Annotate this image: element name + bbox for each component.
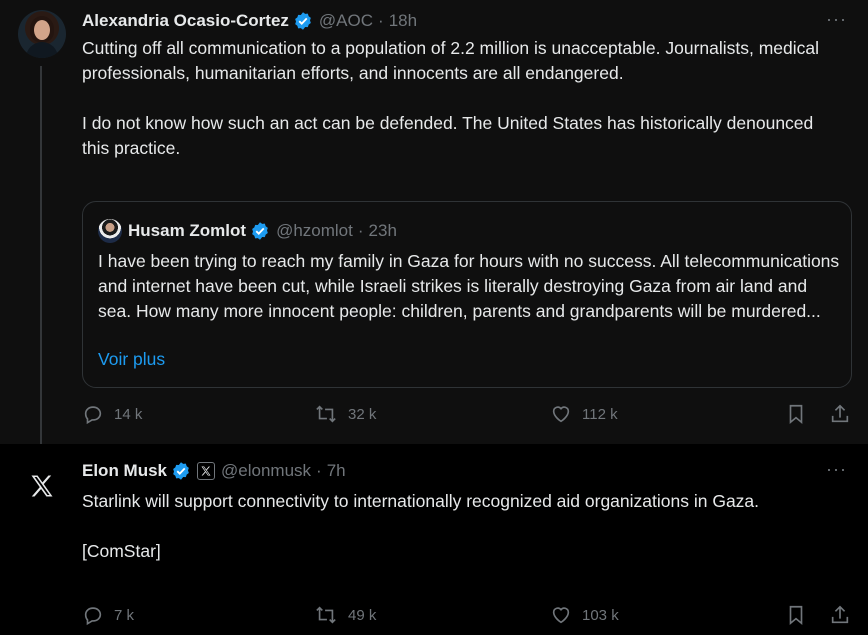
- tweet-header: Elon Musk @elonmusk · 7h: [82, 460, 346, 482]
- quoted-tweet[interactable]: Husam Zomlot @hzomlot · 23h I have been …: [82, 201, 852, 388]
- action-bar: 7 k 49 k 103 k: [82, 604, 852, 632]
- thread-line: [40, 66, 42, 454]
- share-icon[interactable]: [829, 604, 851, 631]
- reply-count: 14 k: [114, 405, 143, 423]
- reply-icon: [84, 406, 102, 425]
- reply-button[interactable]: 14 k: [82, 403, 142, 425]
- heart-icon: [552, 607, 570, 624]
- separator-dot: ·: [316, 461, 322, 480]
- repost-count: 32 k: [348, 405, 377, 423]
- like-button[interactable]: 103 k: [550, 604, 619, 626]
- show-more-link[interactable]: Voir plus: [98, 349, 165, 370]
- affiliation-x-icon[interactable]: [197, 462, 216, 480]
- verified-badge-icon: [250, 221, 270, 241]
- like-button[interactable]: 112 k: [550, 403, 618, 425]
- more-options-icon[interactable]: ···: [826, 10, 846, 33]
- author-name[interactable]: Elon Musk: [82, 461, 167, 481]
- reply-button[interactable]: 7 k: [82, 604, 134, 626]
- reply-icon: [84, 607, 102, 626]
- quote-text: I have been trying to reach my family in…: [98, 251, 840, 321]
- tweet-text: Cutting off all communication to a popul…: [82, 38, 820, 158]
- quote-avatar: [98, 219, 122, 243]
- repost-button[interactable]: 49 k: [314, 604, 376, 626]
- reply-count: 7 k: [114, 606, 135, 624]
- quote-timestamp: 23h: [368, 221, 397, 240]
- author-handle[interactable]: @elonmusk: [221, 461, 311, 481]
- repost-icon: [316, 405, 336, 423]
- x-logo-icon[interactable]: [18, 462, 66, 510]
- more-options-icon[interactable]: ···: [826, 460, 846, 483]
- quote-author-name: Husam Zomlot: [128, 221, 247, 240]
- verified-badge-icon: [293, 11, 313, 31]
- repost-count: 49 k: [348, 606, 377, 624]
- repost-icon: [316, 606, 336, 624]
- like-count: 103 k: [582, 606, 619, 624]
- action-bar: 14 k 32 k 112 k: [82, 403, 852, 431]
- tweet-text: Starlink will support connectivity to in…: [82, 491, 760, 561]
- avatar[interactable]: [18, 10, 66, 58]
- tweet-header: Alexandria Ocasio-Cortez @AOC · 18h: [82, 10, 417, 32]
- separator-dot: ·: [378, 11, 384, 30]
- separator-dot: ·: [357, 221, 364, 240]
- bookmark-icon[interactable]: [785, 403, 807, 430]
- author-handle[interactable]: @AOC: [319, 11, 373, 31]
- quote-header: Husam Zomlot @hzomlot · 23h: [98, 219, 397, 243]
- tweet-aoc[interactable]: Alexandria Ocasio-Cortez @AOC · 18h ··· …: [0, 0, 868, 454]
- share-icon[interactable]: [829, 403, 851, 430]
- author-name[interactable]: Alexandria Ocasio-Cortez: [82, 11, 289, 31]
- timestamp[interactable]: 18h: [389, 11, 417, 31]
- tweet-elon[interactable]: Elon Musk @elonmusk · 7h ··· Starlink wi…: [0, 444, 868, 635]
- repost-button[interactable]: 32 k: [314, 403, 376, 425]
- bookmark-icon[interactable]: [785, 604, 807, 631]
- quote-author-handle: @hzomlot: [276, 221, 353, 240]
- heart-icon: [552, 406, 570, 423]
- like-count: 112 k: [582, 405, 618, 423]
- verified-badge-icon: [171, 461, 191, 481]
- timestamp[interactable]: 7h: [327, 461, 346, 481]
